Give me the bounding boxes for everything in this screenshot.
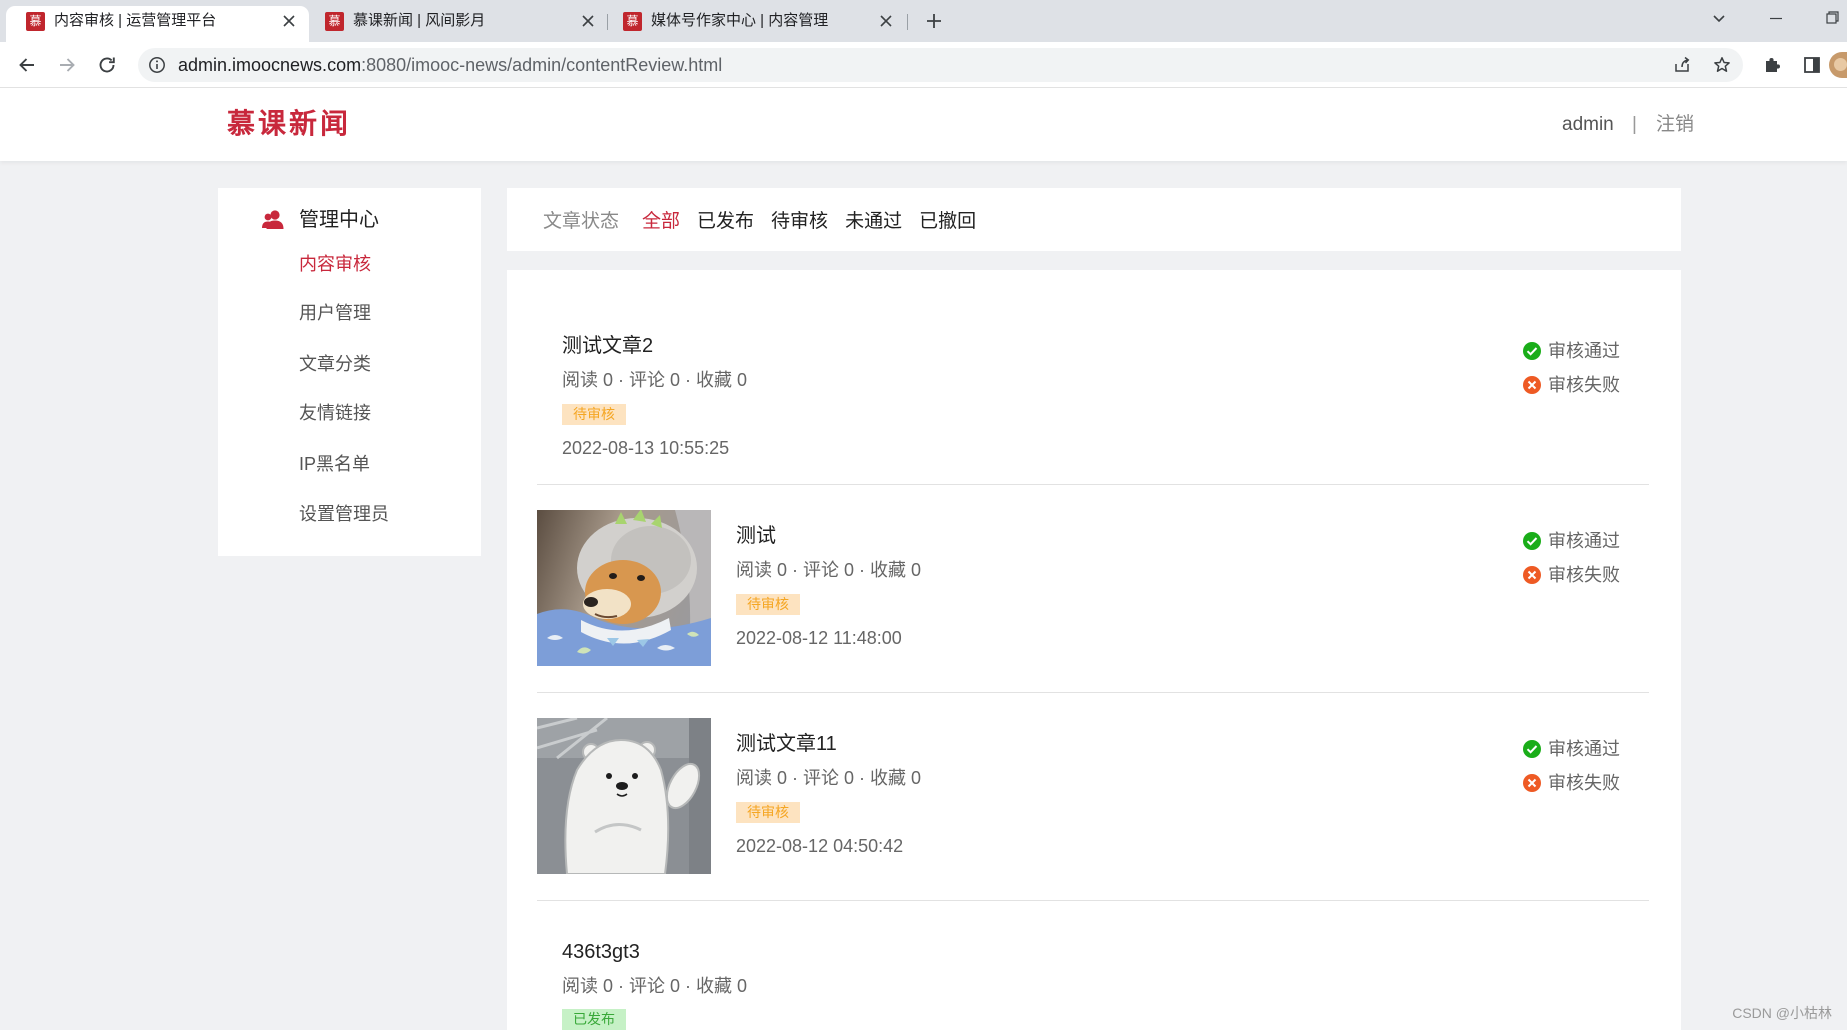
sidebar-item-article-category[interactable]: 文章分类 [299, 352, 371, 376]
site-favicon: 慕 [623, 12, 642, 31]
reject-button[interactable]: 审核失败 [1522, 374, 1620, 396]
article-stats: 阅读 0 · 评论 0 · 收藏 0 [736, 560, 922, 580]
site-header: 慕课新闻 admin | 注销 [0, 88, 1847, 161]
status-badge: 已发布 [562, 1009, 626, 1030]
reject-label: 审核失败 [1548, 565, 1620, 585]
sidebar-item-set-admin[interactable]: 设置管理员 [299, 502, 389, 526]
site-info-icon[interactable] [148, 56, 166, 74]
url-host: admin.imoocnews.com [178, 55, 362, 75]
close-tab-icon[interactable] [879, 14, 893, 28]
article-publish-time: 2022-08-12 04:50:42 [736, 836, 904, 856]
status-badge: 待审核 [562, 404, 626, 425]
forward-arrow-icon[interactable] [57, 55, 77, 75]
admin-sidebar: 管理中心 内容审核 用户管理 文章分类 友情链接 IP黑名单 设置管理员 [218, 188, 481, 556]
close-circle-icon [1522, 773, 1542, 793]
browser-tab-news[interactable]: 慕 慕课新闻 | 风间影月 [315, 6, 608, 42]
sidebar-item-content-review[interactable]: 内容审核 [299, 252, 371, 276]
sidebar-item-ip-blacklist[interactable]: IP黑名单 [299, 452, 370, 476]
close-tab-icon[interactable] [581, 14, 595, 28]
approve-label: 审核通过 [1548, 739, 1620, 759]
close-circle-icon [1522, 565, 1542, 585]
dog-in-dinosaur-hood-image [537, 510, 711, 666]
check-circle-icon [1522, 739, 1542, 759]
tab-search-chevron-down-icon[interactable] [1711, 10, 1727, 26]
header-separator: | [1632, 114, 1637, 135]
browser-tab-content-review[interactable]: 慕 内容审核 | 运营管理平台 [6, 6, 309, 42]
article-title[interactable]: 测试文章11 [736, 732, 837, 756]
article-thumbnail [537, 718, 711, 874]
approve-button[interactable]: 审核通过 [1522, 738, 1620, 760]
approve-button[interactable]: 审核通过 [1522, 530, 1620, 552]
filter-option-withdrawn[interactable]: 已撤回 [919, 206, 976, 233]
share-icon[interactable] [1673, 56, 1691, 74]
article-row: 测试 阅读 0 · 评论 0 · 收藏 0 待审核 2022-08-12 11:… [537, 485, 1649, 693]
approve-label: 审核通过 [1548, 531, 1620, 551]
url-text[interactable]: admin.imoocnews.com:8080/imooc-news/admi… [178, 48, 722, 82]
article-publish-time: 2022-08-13 10:55:25 [562, 438, 730, 458]
check-circle-icon [1522, 531, 1542, 551]
tab-title: 媒体号作家中心 | 内容管理 [651, 12, 829, 29]
close-tab-icon[interactable] [282, 14, 296, 28]
reject-button[interactable]: 审核失败 [1522, 772, 1620, 794]
article-stats: 阅读 0 · 评论 0 · 收藏 0 [736, 768, 922, 788]
article-title[interactable]: 测试文章2 [562, 334, 653, 358]
current-user-name: admin [1562, 114, 1614, 135]
back-arrow-icon[interactable] [17, 55, 37, 75]
url-path: :8080/imooc-news/admin/contentReview.htm… [361, 55, 723, 75]
article-list: 测试文章2 阅读 0 · 评论 0 · 收藏 0 待审核 2022-08-13 … [507, 270, 1681, 1030]
reload-icon[interactable] [97, 55, 117, 75]
filter-label: 文章状态 [543, 211, 620, 232]
status-badge: 待审核 [736, 802, 800, 823]
article-row: 436t3gt3 阅读 0 · 评论 0 · 收藏 0 已发布 [537, 901, 1649, 1030]
article-title[interactable]: 436t3gt3 [562, 940, 640, 964]
sidebar-title: 管理中心 [299, 209, 379, 231]
browser-tab-strip: 慕 内容审核 | 运营管理平台 慕 慕课新闻 | 风间影月 慕 媒体号作家中心 … [0, 0, 1847, 42]
polar-bear-cartoon-image [537, 718, 711, 874]
tab-title: 内容审核 | 运营管理平台 [54, 12, 217, 29]
filter-option-all[interactable]: 全部 [642, 206, 680, 233]
user-group-icon [261, 208, 285, 232]
close-circle-icon [1522, 375, 1542, 395]
article-stats: 阅读 0 · 评论 0 · 收藏 0 [562, 976, 748, 996]
new-tab-plus-icon[interactable] [925, 12, 943, 30]
address-bar[interactable]: admin.imoocnews.com:8080/imooc-news/admi… [138, 48, 1743, 82]
extensions-puzzle-icon[interactable] [1762, 55, 1782, 75]
reject-button[interactable]: 审核失败 [1522, 564, 1620, 586]
bookmark-star-icon[interactable] [1713, 56, 1731, 74]
site-logo[interactable]: 慕课新闻 [227, 106, 351, 142]
article-publish-time: 2022-08-12 11:48:00 [736, 628, 902, 648]
side-panel-icon[interactable] [1802, 55, 1822, 75]
filter-option-published[interactable]: 已发布 [697, 206, 754, 233]
browser-tab-writer-center[interactable]: 慕 媒体号作家中心 | 内容管理 [613, 6, 906, 42]
profile-avatar[interactable] [1829, 52, 1847, 78]
article-stats: 阅读 0 · 评论 0 · 收藏 0 [562, 370, 748, 390]
tab-title: 慕课新闻 | 风间影月 [353, 12, 486, 29]
browser-toolbar: admin.imoocnews.com:8080/imooc-news/admi… [0, 42, 1847, 88]
filter-option-pending[interactable]: 待审核 [771, 206, 828, 233]
csdn-watermark: CSDN @小枯林 [1732, 1005, 1832, 1021]
reject-label: 审核失败 [1548, 375, 1620, 395]
sidebar-item-friend-links[interactable]: 友情链接 [299, 401, 371, 425]
check-circle-icon [1522, 341, 1542, 361]
site-favicon: 慕 [26, 12, 45, 31]
sidebar-item-user-management[interactable]: 用户管理 [299, 301, 371, 325]
article-row: 测试文章11 阅读 0 · 评论 0 · 收藏 0 待审核 2022-08-12… [537, 693, 1649, 901]
tab-separator [607, 14, 608, 30]
tab-separator [907, 14, 908, 30]
approve-button[interactable]: 审核通过 [1522, 340, 1620, 362]
maximize-window-icon[interactable] [1826, 11, 1839, 24]
article-status-filter: 文章状态 全部 已发布 待审核 未通过 已撤回 [507, 188, 1681, 251]
site-favicon: 慕 [325, 12, 344, 31]
article-row: 测试文章2 阅读 0 · 评论 0 · 收藏 0 待审核 2022-08-13 … [537, 295, 1649, 485]
filter-option-rejected[interactable]: 未通过 [845, 206, 902, 233]
approve-label: 审核通过 [1548, 341, 1620, 361]
minimize-window-icon[interactable] [1768, 10, 1784, 26]
reject-label: 审核失败 [1548, 773, 1620, 793]
logout-link[interactable]: 注销 [1656, 113, 1694, 137]
status-badge: 待审核 [736, 594, 800, 615]
article-thumbnail [537, 510, 711, 666]
article-title[interactable]: 测试 [736, 524, 776, 548]
